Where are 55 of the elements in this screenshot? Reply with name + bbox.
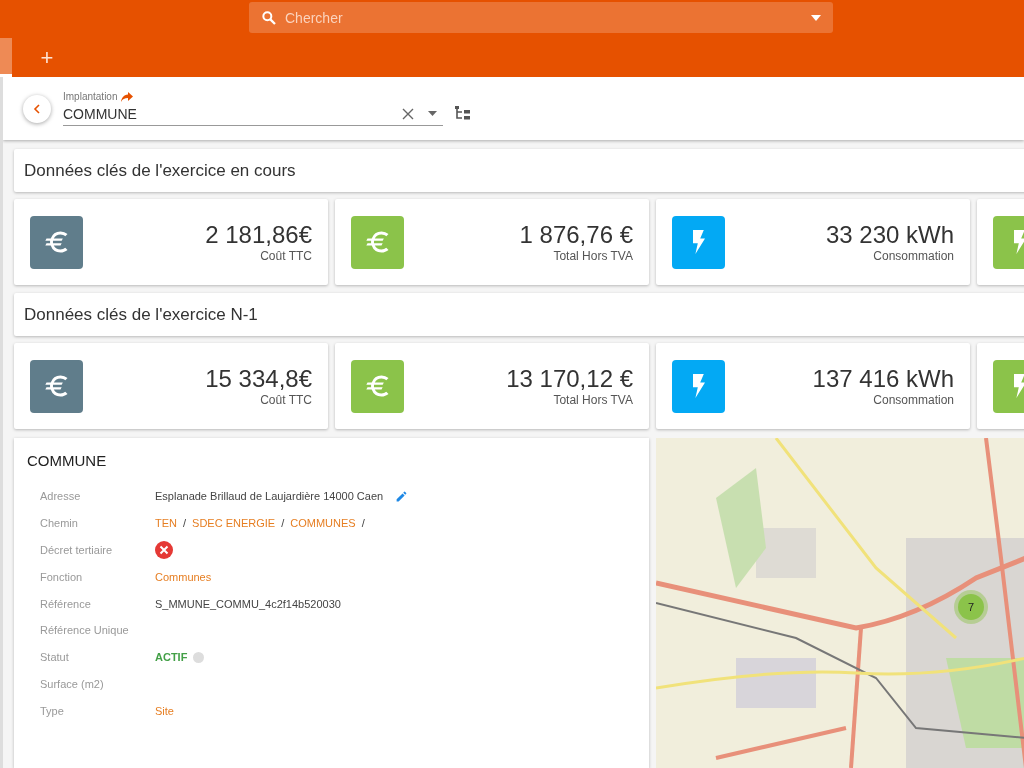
dropdown-caret-icon[interactable] xyxy=(428,111,437,116)
detail-label: Type xyxy=(40,703,65,719)
search-input[interactable]: Chercher xyxy=(283,8,805,27)
breadcrumb-separator: / xyxy=(361,517,365,530)
kpi-value: 2 181,86€ xyxy=(205,221,312,249)
tree-icon[interactable] xyxy=(455,105,471,120)
status-value: ACTIF xyxy=(155,651,188,664)
kpi-value: 15 334,8€ xyxy=(205,365,312,393)
share-arrow-icon[interactable] xyxy=(121,91,134,102)
detail-value: S_MMUNE_COMMU_4c2f14b520030 xyxy=(155,597,341,610)
lightning-icon xyxy=(692,374,705,398)
detail-label: Fonction xyxy=(40,569,84,585)
kpi-label: Total Hors TVA xyxy=(553,393,633,407)
breadcrumb-separator: / xyxy=(183,517,187,530)
edit-icon[interactable] xyxy=(395,489,409,503)
breadcrumb-link[interactable]: TEN xyxy=(155,517,177,530)
kpi-value: 33 230 kWh xyxy=(825,221,954,249)
lightning-icon xyxy=(1013,374,1024,398)
kpi-value: 1 876,76 € xyxy=(519,221,633,249)
add-tab-button[interactable]: + xyxy=(24,38,70,77)
kpi-label: Coût TTC xyxy=(260,249,312,263)
kpi-label: Consommation xyxy=(873,249,954,263)
clear-icon[interactable] xyxy=(402,107,414,120)
lightning-icon xyxy=(692,230,705,254)
detail-label: Adresse xyxy=(40,489,82,505)
details-title: COMMUNE xyxy=(27,452,108,469)
breadcrumb-link[interactable]: SDEC ENERGIE xyxy=(192,517,276,530)
field-label: Implantation xyxy=(63,91,118,102)
dropdown-caret-icon[interactable] xyxy=(811,14,821,21)
kpi-label: Coût TTC xyxy=(260,393,312,407)
implantation-field[interactable]: COMMUNE xyxy=(63,105,402,122)
section-title: Données clés de l'exercice N-1 xyxy=(14,293,1024,336)
kpi-value: 13 170,12 € xyxy=(506,365,633,393)
detail-label: Surface (m2) xyxy=(40,676,105,692)
search-field[interactable]: Chercher xyxy=(249,2,833,33)
kpi-label: Consommation xyxy=(873,393,954,407)
lightning-icon xyxy=(1013,230,1024,254)
detail-label: Décret tertiaire xyxy=(40,543,114,558)
status-dot-icon xyxy=(193,651,205,663)
detail-link[interactable]: Communes xyxy=(155,570,212,583)
detail-link[interactable]: Site xyxy=(155,704,174,717)
kpi-label: Total Hors TVA xyxy=(553,249,633,263)
detail-label: Référence Unique xyxy=(40,623,130,639)
breadcrumb-link[interactable]: COMMUNES xyxy=(290,517,356,530)
detail-label: Référence xyxy=(40,596,92,612)
chevron-left-icon xyxy=(33,103,41,114)
tab[interactable] xyxy=(0,38,12,77)
section-title: Données clés de l'exercice en cours xyxy=(14,149,1024,192)
breadcrumb-separator: / xyxy=(281,517,285,530)
search-icon xyxy=(261,9,277,26)
detail-label: Chemin xyxy=(40,516,79,532)
back-button[interactable] xyxy=(23,94,51,123)
detail-label: Statut xyxy=(40,650,70,666)
kpi-value: 137 416 kWh xyxy=(812,365,954,393)
detail-value: Esplanade Brillaud de Laujardière 14000 Caen xyxy=(155,490,384,503)
